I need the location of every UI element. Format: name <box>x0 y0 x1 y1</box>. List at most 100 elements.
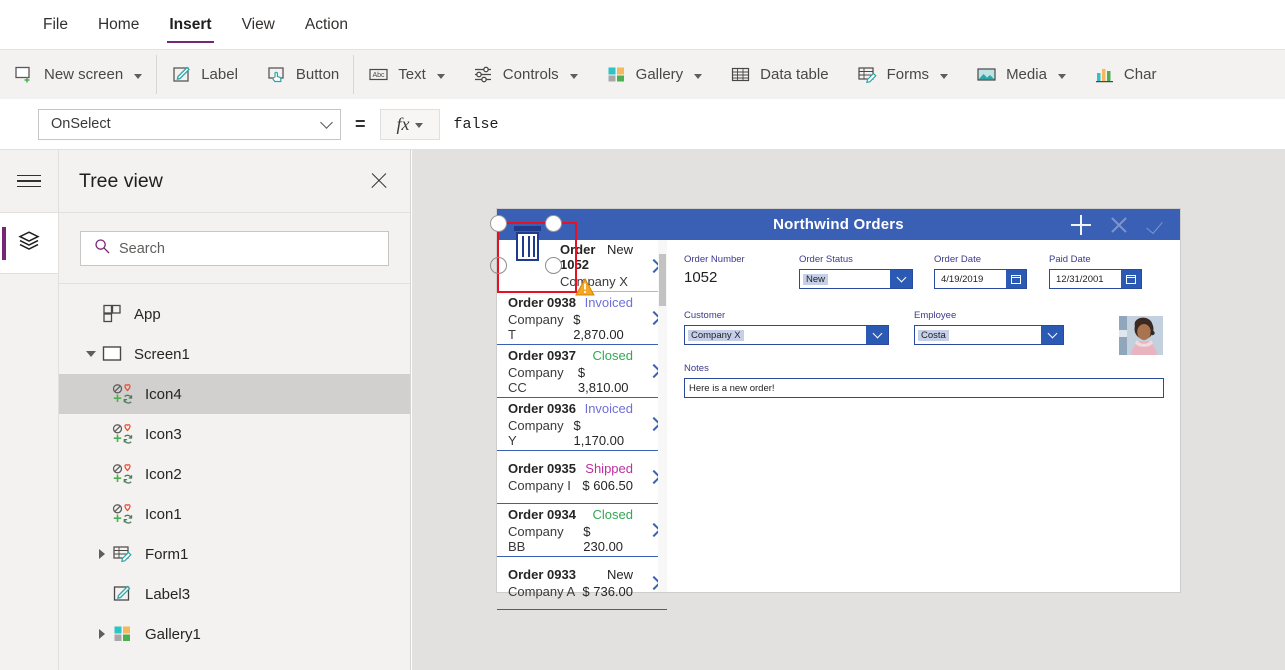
formula-input[interactable]: false <box>439 108 1285 140</box>
charts-button[interactable]: Char <box>1080 50 1171 99</box>
field-customer: Customer Company X <box>684 310 914 345</box>
tree-item-label: Icon1 <box>145 505 182 523</box>
tree-item-form1[interactable]: Form1 <box>59 534 410 574</box>
add-icon[interactable] <box>1070 214 1092 236</box>
close-icon[interactable] <box>368 170 390 192</box>
field-value: 4/19/2019 <box>941 273 984 285</box>
menu-bar: File Home Insert View Action <box>0 0 1285 49</box>
gallery-status-label: New <box>606 242 633 257</box>
tree-rows: App Screen1 Icon4 Icon3 Icon2 Icon1 Form… <box>59 284 410 654</box>
field-value: 1052 <box>684 269 718 286</box>
menu-item-insert[interactable]: Insert <box>154 1 226 48</box>
button-button-label: Button <box>295 66 340 83</box>
chevron-down-icon[interactable] <box>1041 326 1063 344</box>
field-order-status: Order Status New <box>799 254 934 289</box>
gallery-status-label: Invoiced <box>584 294 633 310</box>
chevron-down-icon[interactable] <box>890 270 912 288</box>
gallery-row[interactable]: Order 0936 Invoiced Company Y $ 1,170.00 <box>497 398 667 451</box>
menu-item-view[interactable]: View <box>227 1 290 48</box>
gallery-row-content: Order 0934 Closed Company BB $ 230.00 <box>508 507 641 554</box>
label-icon <box>112 583 136 605</box>
media-image-icon <box>976 64 997 85</box>
chevron-down-icon <box>320 115 333 129</box>
gallery-row[interactable]: Order 0935 Shipped Company I $ 606.50 <box>497 451 667 504</box>
chevron-down-icon <box>1057 73 1066 79</box>
gallery-order-label: Order 0937 <box>508 347 576 363</box>
gallery-row[interactable]: Order 0934 Closed Company BB $ 230.00 <box>497 504 667 557</box>
field-label: Order Number <box>684 254 745 265</box>
tree-expand-toggle[interactable] <box>92 549 112 559</box>
order-date-input[interactable]: 4/19/2019 <box>934 269 1027 289</box>
gallery-amount-label: $ 606.50 <box>582 478 633 493</box>
calendar-icon[interactable] <box>1121 270 1141 288</box>
gallery-row[interactable]: Order 0938 Invoiced Company T $ 2,870.00 <box>497 292 667 345</box>
gallery-row[interactable]: Order 0933 New Company A $ 736.00 <box>497 557 667 610</box>
property-dropdown[interactable]: OnSelect <box>38 108 341 140</box>
search-input[interactable]: Search <box>80 231 389 266</box>
hamburger-button[interactable] <box>0 150 58 212</box>
media-button[interactable]: Media <box>962 50 1080 99</box>
tree-item-icon3[interactable]: Icon3 <box>59 414 410 454</box>
new-screen-button[interactable]: New screen <box>0 50 156 99</box>
check-icon[interactable] <box>1146 214 1168 236</box>
fx-button[interactable]: fx <box>379 108 440 140</box>
paid-date-input[interactable]: 12/31/2001 <box>1049 269 1142 289</box>
gallery-row-selected[interactable]: Order 1052 New Company X <box>490 215 667 296</box>
tree-item-label3[interactable]: Label3 <box>59 574 410 614</box>
button-button[interactable]: Button <box>252 50 353 99</box>
tree-item-label: Icon3 <box>145 425 182 443</box>
gallery-scrollbar-thumb[interactable] <box>659 254 666 306</box>
gallery-amount-label: $ 736.00 <box>582 584 633 599</box>
controls-button[interactable]: Controls <box>459 50 592 99</box>
chevron-down-icon <box>694 73 703 79</box>
forms-button[interactable]: Forms <box>843 50 963 99</box>
resize-handle-bottom-left[interactable] <box>490 257 507 274</box>
svg-text:Abc: Abc <box>373 72 386 79</box>
tree-item-gallery1[interactable]: Gallery1 <box>59 614 410 654</box>
customer-dropdown[interactable]: Company X <box>684 325 889 345</box>
charts-bar-icon <box>1094 64 1115 85</box>
gallery-status-label: New <box>606 567 633 582</box>
gallery-amount-label: $ 3,810.00 <box>577 364 629 395</box>
rail-tab-tree-view[interactable] <box>0 212 58 274</box>
menu-item-action[interactable]: Action <box>290 1 363 48</box>
text-abc-icon: Abc <box>368 64 389 85</box>
field-value: Company X <box>688 329 744 341</box>
tree-expand-toggle[interactable] <box>92 629 112 639</box>
tree-expand-toggle[interactable] <box>81 351 101 357</box>
tree-item-icon2[interactable]: Icon2 <box>59 454 410 494</box>
tree-item-screen1[interactable]: Screen1 <box>59 334 410 374</box>
app-header: Northwind Orders <box>497 209 1180 240</box>
field-label: Order Status <box>799 254 853 265</box>
search-icon <box>94 238 110 259</box>
media-button-label: Media <box>1006 66 1047 83</box>
gallery-button[interactable]: Gallery <box>592 50 717 99</box>
text-button[interactable]: Abc Text <box>354 50 459 99</box>
order-status-dropdown[interactable]: New <box>799 269 913 289</box>
cancel-icon[interactable] <box>1108 214 1130 236</box>
gallery-row-content: Order 0937 Closed Company CC $ 3,810.00 <box>508 348 641 395</box>
property-dropdown-value: OnSelect <box>51 116 111 132</box>
gallery-scrollbar[interactable] <box>658 240 667 592</box>
data-table-button[interactable]: Data table <box>716 50 842 99</box>
tree-view-title: Tree view <box>79 169 163 192</box>
tree-item-icon4[interactable]: Icon4 <box>59 374 410 414</box>
tree-item-icon1[interactable]: Icon1 <box>59 494 410 534</box>
field-value: Costa <box>918 329 949 341</box>
gallery-row[interactable]: Order 0937 Closed Company CC $ 3,810.00 <box>497 345 667 398</box>
form-row-1: Order Number 1052 Order Status New Order… <box>684 254 1164 303</box>
chevron-down-icon[interactable] <box>866 326 888 344</box>
notes-input[interactable]: Here is a new order! <box>684 378 1164 398</box>
data-table-icon <box>730 64 751 85</box>
label-button[interactable]: Label <box>157 50 252 99</box>
menu-item-home[interactable]: Home <box>83 1 154 48</box>
gallery-amount-label: $ 1,170.00 <box>573 417 625 448</box>
tree-item-app[interactable]: App <box>59 294 410 334</box>
menu-item-file[interactable]: File <box>28 1 83 48</box>
calendar-icon[interactable] <box>1006 270 1026 288</box>
field-label: Notes <box>684 363 709 374</box>
employee-dropdown[interactable]: Costa <box>914 325 1064 345</box>
gallery-status-label: Closed <box>592 506 633 522</box>
tree-view-panel: Tree view Search App Screen1 Icon4 Icon3… <box>59 150 411 670</box>
gallery-status-label: Invoiced <box>584 400 633 416</box>
